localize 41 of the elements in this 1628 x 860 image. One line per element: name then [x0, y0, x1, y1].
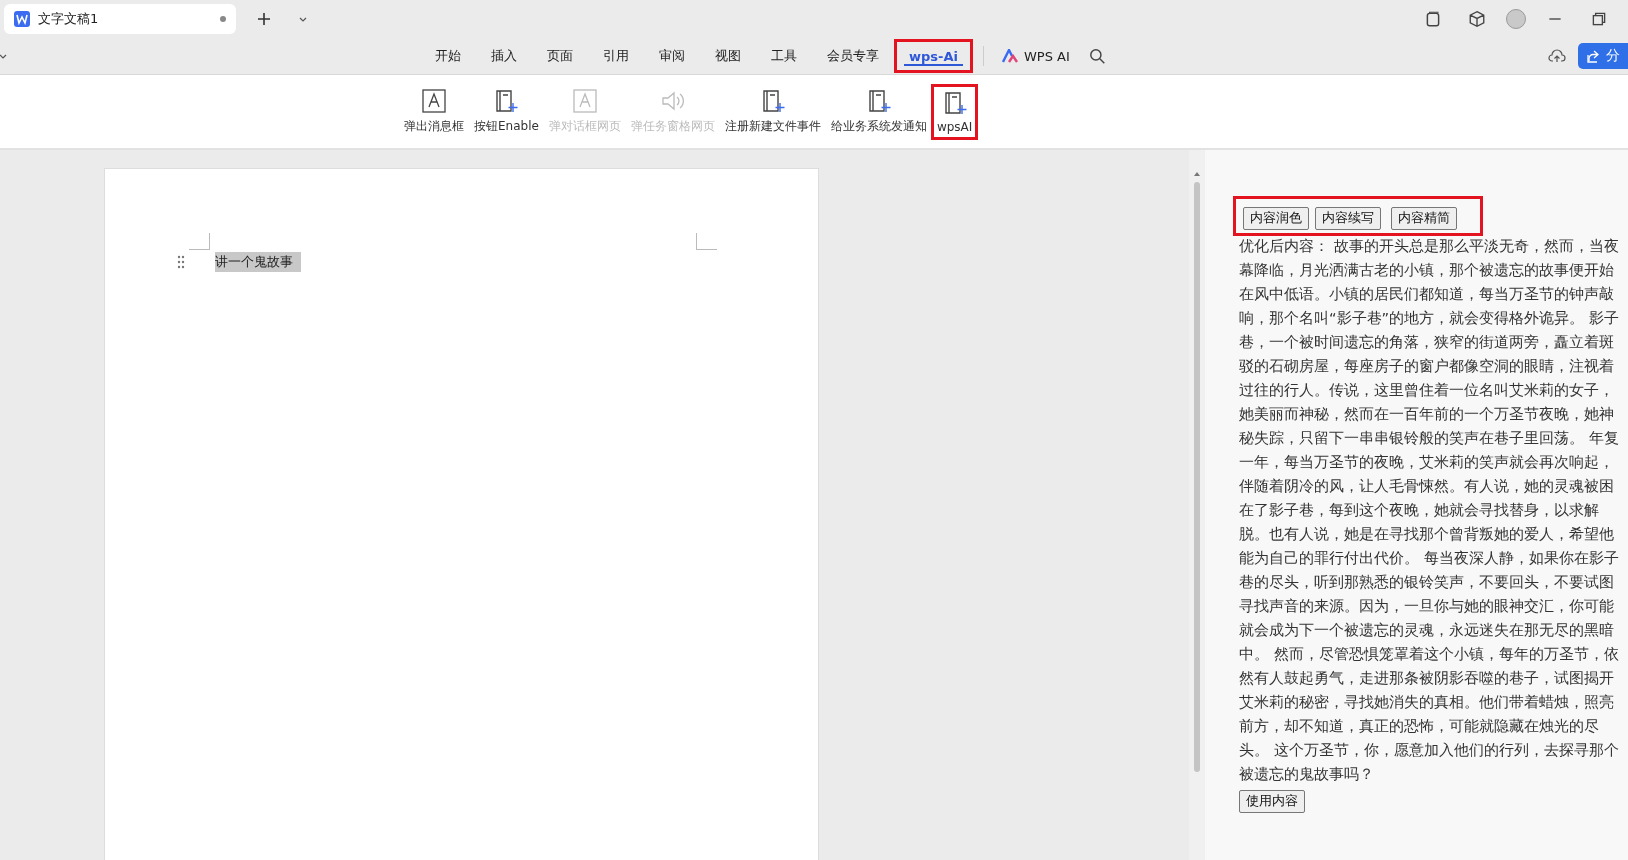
result-text: 优化后内容： 故事的开头总是那么平淡无奇，然而，当夜幕降临，月光洒满古老的小镇，那个被遗忘的故事便开始在风中低语。小镇的居民们都知道，每当万圣节的钟声敲响，那个名叫“影子巷”的地方，就会变得格外诡异。 影子巷，一个被时间遗忘的角落，狭窄的街道两旁，矗立着斑驳的石砌房屋，每座房子的窗户都像空洞的眼睛，注视着过往的行人。传说，这里曾住着一位名叫艾米莉的女子，她美丽而神秘，然而在一百年前的一个万圣节夜晚，她神秘失踪，只留下一串串银铃般的笑声在巷子里回荡。 年复一年，每当万圣节的夜晚，艾米莉的笑声就会再次响起，伴随着阴冷的风，让人毛骨悚然。有人说，她的灵魂被困在了影子巷，每到这个夜晚，她就会寻找替身，以求解脱。也有人说，她是在寻找那个曾背叛她的爱人，希望他能为自己的罪行付出代价。 每当夜深人静，如果你在影子巷的尽头，听到那熟悉的银铃笑声，不要回头，不要试图寻找声音的来源。因为，一旦你与她的眼神交汇，你可能就会成为下一个被遗忘的灵魂，永远迷失在那无尽的黑暗中。 然而，尽管恐惧笼罩着这个小镇，每年的万圣节，依然有人鼓起勇气，走进那条被阴影吞噬的巷子，试图揭开艾米莉的秘密，寻找她消失的真相。他们带着蜡烛，照亮前方，却不知道，真正的恐怖，可能就隐藏在烛光的尽头。 这个万圣节，你，愿意加入他们的行列，去探寻那个被遗忘的鬼故事吗？ [1239, 236, 1619, 784]
wps-ai-button[interactable]: WPS AI [995, 47, 1076, 65]
text-frame-icon [571, 88, 598, 114]
toolbar-button[interactable]: 注册新建文件事件 [720, 84, 825, 139]
share-button[interactable]: 分 [1578, 43, 1628, 69]
toolbar-button[interactable]: 给业务系统发通知 [826, 84, 931, 139]
cloud-upload-icon[interactable] [1548, 47, 1566, 65]
book-plus-icon [493, 88, 520, 114]
action-button[interactable]: 内容润色 [1243, 207, 1309, 230]
new-tab-icon[interactable] [256, 11, 272, 27]
scroll-up-icon[interactable] [1193, 170, 1201, 178]
use-content-button[interactable]: 使用内容 [1239, 790, 1305, 813]
share-icon [1586, 49, 1600, 63]
menu-tab[interactable]: 视图 [702, 41, 754, 71]
document-title: 文字文稿1 [38, 10, 100, 28]
menu-tab[interactable]: 页面 [534, 41, 586, 71]
ai-logo-icon [1001, 49, 1018, 63]
menu-tab[interactable]: wps-Ai [896, 41, 971, 71]
document-tab[interactable]: 文字文稿1 [4, 4, 236, 34]
menu-tab[interactable]: 引用 [590, 41, 642, 71]
cube-icon[interactable] [1468, 10, 1486, 28]
search-icon[interactable] [1087, 47, 1106, 65]
document-paragraph: 讲一个鬼故事 [215, 252, 301, 272]
menu-tab[interactable]: 会员专享 [814, 41, 892, 71]
menu-tab[interactable]: 审阅 [646, 41, 698, 71]
action-button[interactable]: 内容续写 [1315, 207, 1381, 230]
scrollbar-thumb[interactable] [1194, 182, 1200, 772]
drag-handle-icon[interactable] [177, 255, 185, 269]
menu-tab[interactable]: 工具 [758, 41, 810, 71]
toolbar-button[interactable]: wpsAI [932, 85, 977, 138]
window-tile-icon[interactable] [1424, 10, 1442, 28]
menu-tab[interactable]: 插入 [478, 41, 530, 71]
menu-tab[interactable]: 开始 [422, 41, 474, 71]
toolbar-button[interactable]: 按钮Enable [470, 84, 543, 139]
action-button[interactable]: 内容精简 [1391, 207, 1457, 230]
document-app-icon [14, 11, 30, 27]
margin-corner-mark [696, 233, 717, 250]
toolbar-button[interactable]: 弹出消息框 [400, 84, 468, 139]
margin-corner-mark [189, 233, 210, 250]
restore-icon[interactable] [1590, 10, 1608, 28]
text-frame-icon [421, 88, 447, 114]
